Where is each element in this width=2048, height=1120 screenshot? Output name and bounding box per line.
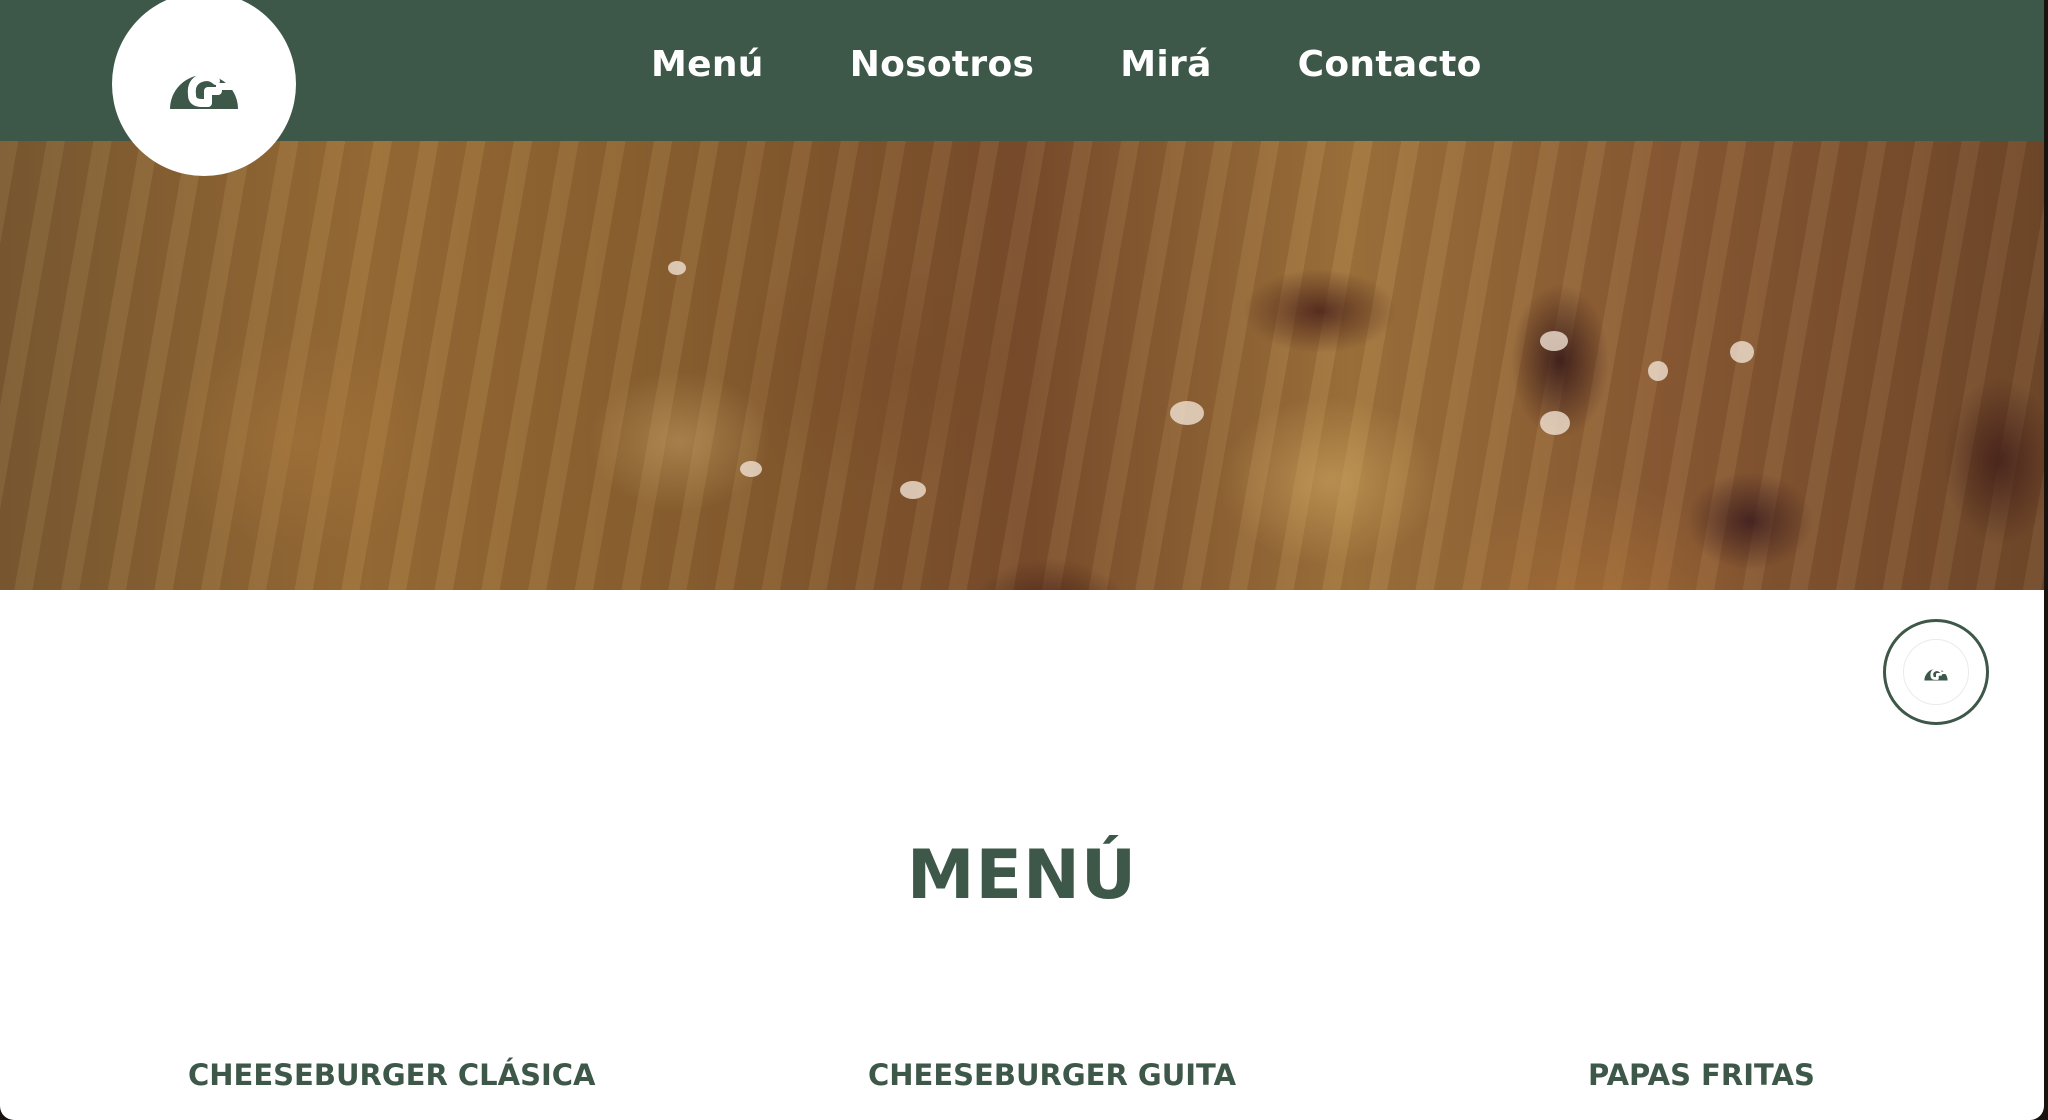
hero-speck xyxy=(1648,361,1668,381)
nav-link-nosotros[interactable]: Nosotros xyxy=(850,44,1035,85)
hero-speck xyxy=(1540,411,1570,435)
hero-speck xyxy=(668,261,686,275)
nav-link-mira[interactable]: Mirá xyxy=(1120,44,1211,85)
guita-logo-icon xyxy=(1924,668,1948,681)
main-nav: Menú Nosotros Mirá Contacto xyxy=(651,44,1482,85)
nav-link-contacto[interactable]: Contacto xyxy=(1298,44,1482,85)
badge-inner-ring xyxy=(1903,639,1969,705)
hero-speck xyxy=(900,481,926,499)
hero-speck xyxy=(740,461,762,477)
hero-image xyxy=(0,141,2044,590)
navbar: Menú Nosotros Mirá Contacto xyxy=(0,0,2044,141)
menu-item-title: CHEESEBURGER GUITA xyxy=(868,1058,1237,1092)
menu-item-title: PAPAS FRITAS xyxy=(1588,1058,1815,1092)
home-logo-link[interactable] xyxy=(112,0,296,176)
guita-logo-icon xyxy=(170,72,238,109)
hero-speck xyxy=(1540,331,1568,351)
menu-item-title: CHEESEBURGER CLÁSICA xyxy=(188,1058,596,1092)
hero-speck xyxy=(1730,341,1754,363)
badge-logo-button[interactable] xyxy=(1883,619,1989,725)
hero-speck xyxy=(1170,401,1204,425)
page: Menú Nosotros Mirá Contacto MENÚ CHEESEB… xyxy=(0,0,2044,1120)
nav-link-menu[interactable]: Menú xyxy=(651,44,764,85)
menu-section-title: MENÚ xyxy=(906,835,1138,915)
